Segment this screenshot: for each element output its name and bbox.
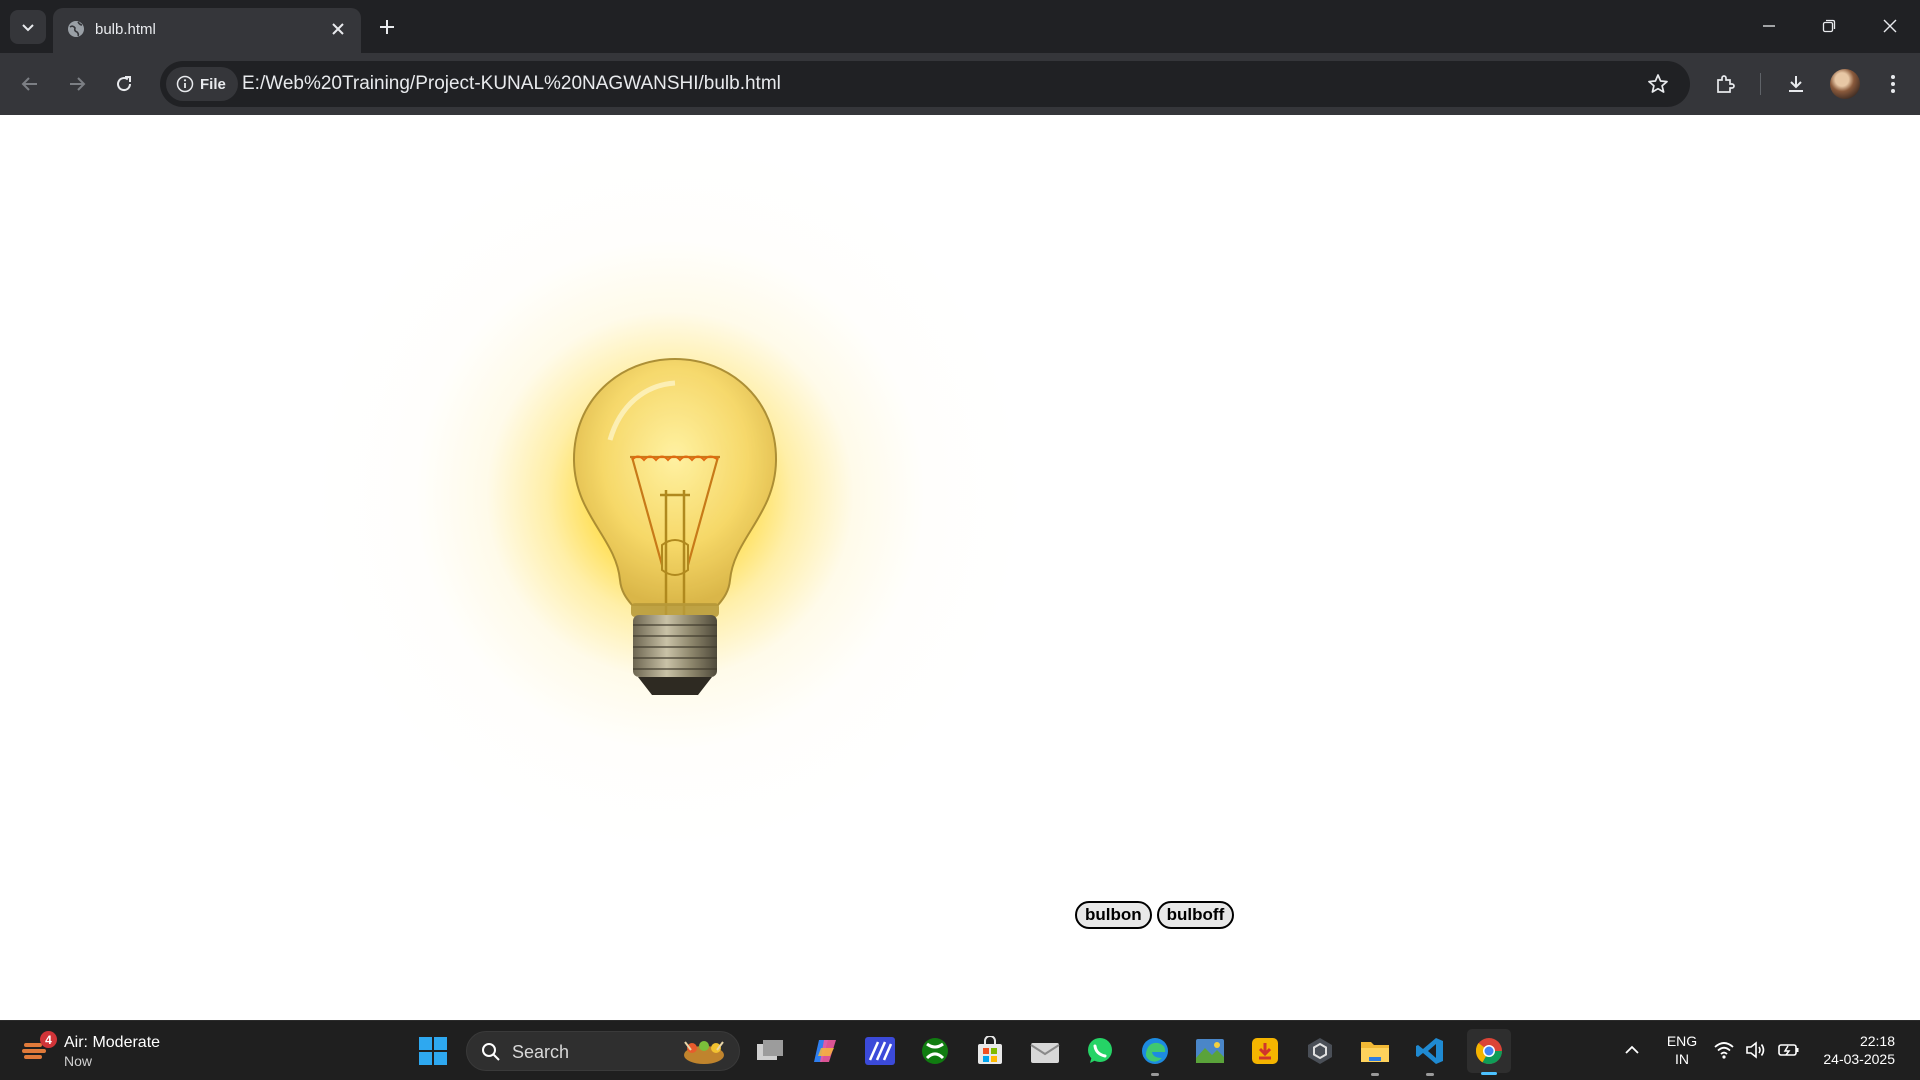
taskbar-search[interactable]: Search: [466, 1031, 740, 1071]
store-icon: [978, 1036, 1002, 1064]
reload-icon: [117, 76, 132, 92]
vscode-app[interactable]: [1412, 1033, 1448, 1076]
browser-toolbar: File E:/Web%20Training/Project-KUNAL%20N…: [0, 53, 1920, 115]
bulb-off-button[interactable]: bulboff: [1156, 901, 1235, 929]
whatsapp-app[interactable]: [1082, 1033, 1118, 1069]
task-view-icon: [757, 1040, 783, 1060]
info-icon: [176, 75, 194, 93]
close-icon: [1883, 19, 1897, 33]
more-vert-icon: [1891, 75, 1895, 93]
search-label: Search: [512, 1042, 570, 1062]
forward-button[interactable]: [60, 67, 94, 101]
site-info-chip[interactable]: File: [166, 67, 238, 101]
whatsapp-icon: [1088, 1038, 1112, 1063]
edge-icon: [1142, 1038, 1168, 1064]
arrow-left-icon: [21, 77, 37, 91]
browser-tab-bar: bulb.html: [0, 0, 1920, 53]
folder-icon: [1361, 1042, 1389, 1062]
back-button[interactable]: [13, 67, 47, 101]
weather-widget[interactable]: 4 Air: Moderate Now: [22, 1031, 222, 1071]
reload-button[interactable]: [107, 67, 141, 101]
region-code: IN: [1675, 1051, 1689, 1067]
volume-icon: [1746, 1041, 1765, 1059]
windows-start-icon[interactable]: [418, 1036, 448, 1066]
copilot-app[interactable]: [807, 1033, 843, 1069]
input-language[interactable]: ENG IN: [1662, 1032, 1702, 1068]
edit-app[interactable]: [862, 1033, 898, 1069]
language-code: ENG: [1666, 1033, 1698, 1049]
downloader-icon: [1252, 1038, 1278, 1064]
file-explorer-app[interactable]: [1357, 1033, 1393, 1076]
running-indicator: [1426, 1073, 1434, 1076]
edit-app-icon: [865, 1037, 895, 1065]
weather-title: Air: Moderate: [64, 1034, 161, 1051]
search-highlight-icon: [684, 1041, 724, 1064]
downloader-app[interactable]: [1247, 1033, 1283, 1069]
arrow-right-icon: [70, 77, 86, 91]
restore-button[interactable]: [1806, 8, 1852, 44]
running-indicator: [1371, 1073, 1379, 1076]
download-icon: [1789, 76, 1803, 92]
tab-bulb[interactable]: bulb.html: [53, 8, 361, 53]
clock-date: 24-03-2025: [1823, 1051, 1895, 1067]
bulb-on-button[interactable]: bulbon: [1075, 901, 1152, 929]
xbox-icon: [922, 1038, 948, 1064]
address-bar[interactable]: File E:/Web%20Training/Project-KUNAL%20N…: [160, 61, 1690, 107]
photos-app[interactable]: [1192, 1033, 1228, 1069]
minimize-icon: [1763, 25, 1775, 27]
star-icon: [1648, 74, 1668, 93]
close-window-button[interactable]: [1867, 8, 1913, 44]
copilot-icon: [814, 1040, 836, 1062]
chevron-down-icon: [22, 24, 34, 32]
wifi-icon: [1714, 1042, 1734, 1059]
battery-icon: [1778, 1044, 1799, 1056]
running-indicator: [1151, 1073, 1159, 1076]
mail-icon: [1030, 1043, 1060, 1063]
site-info-label: File: [200, 75, 226, 93]
notification-badge: 4: [40, 1031, 57, 1048]
tab-search-button[interactable]: [10, 10, 46, 44]
vscode-icon: [1416, 1038, 1443, 1064]
chrome-icon: [1475, 1038, 1503, 1065]
globe-icon: [68, 21, 84, 37]
mail-app[interactable]: [1027, 1033, 1063, 1069]
toolbar-divider: [1760, 73, 1761, 95]
quick-settings[interactable]: [1713, 1038, 1803, 1062]
weather-subtitle: Now: [64, 1053, 93, 1069]
system-clock[interactable]: 22:18 24-03-2025: [1815, 1032, 1895, 1068]
extensions-button[interactable]: [1708, 67, 1742, 101]
new-tab-button[interactable]: [372, 12, 402, 42]
taskbar: 4 Air: Moderate Now Search ENG IN 22:18 …: [0, 1020, 1920, 1080]
bulb-controls: bulbon bulboff: [1075, 901, 1235, 929]
photos-icon: [1196, 1039, 1224, 1063]
tab-close-button[interactable]: [325, 16, 351, 42]
close-icon: [332, 23, 344, 35]
bookmark-button[interactable]: [1642, 68, 1674, 100]
plus-icon: [380, 20, 394, 34]
show-hidden-icons-button[interactable]: [1620, 1038, 1644, 1062]
browser-menu-button[interactable]: [1876, 67, 1910, 101]
profile-avatar[interactable]: [1830, 69, 1860, 99]
unity-app[interactable]: [1302, 1033, 1338, 1069]
puzzle-icon: [1717, 75, 1735, 93]
minimize-button[interactable]: [1746, 8, 1792, 44]
task-view-app[interactable]: [752, 1033, 788, 1069]
tab-title: bulb.html: [95, 21, 156, 38]
edge-app[interactable]: [1137, 1033, 1173, 1076]
search-icon: [482, 1043, 500, 1061]
microsoft-store-app[interactable]: [972, 1033, 1008, 1069]
page-viewport: bulbon bulboff: [0, 115, 1920, 1020]
chevron-up-icon: [1625, 1045, 1639, 1054]
clock-time: 22:18: [1859, 1033, 1895, 1049]
url-text[interactable]: E:/Web%20Training/Project-KUNAL%20NAGWAN…: [242, 73, 781, 95]
light-bulb-image: [572, 357, 778, 695]
downloads-button[interactable]: [1779, 67, 1813, 101]
active-indicator: [1481, 1072, 1497, 1075]
unity-icon: [1308, 1038, 1332, 1064]
chrome-app[interactable]: [1467, 1029, 1511, 1075]
restore-icon: [1822, 19, 1836, 33]
xbox-app[interactable]: [917, 1033, 953, 1069]
